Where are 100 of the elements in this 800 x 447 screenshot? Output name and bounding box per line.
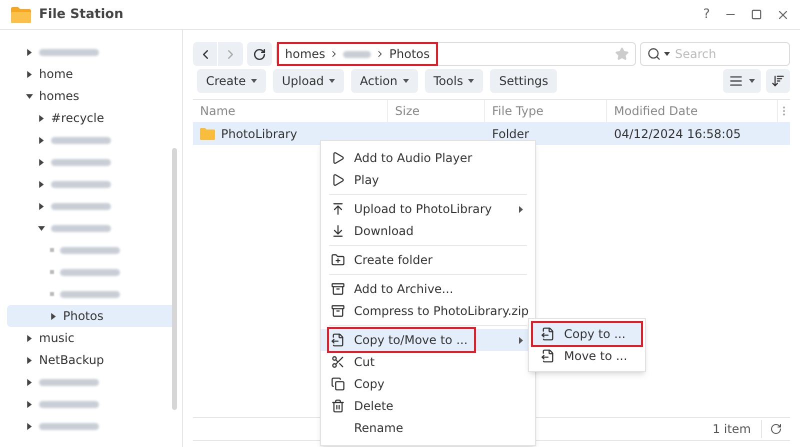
- caret-icon[interactable]: [38, 202, 45, 210]
- caret-icon[interactable]: [50, 312, 57, 320]
- tree-label: #recycle: [51, 110, 104, 127]
- menu-item[interactable]: Cut: [321, 351, 535, 373]
- blurred-label: [51, 180, 111, 188]
- tree-item[interactable]: NetBackup: [7, 349, 175, 371]
- toolbar-button[interactable]: Tools: [424, 69, 484, 93]
- caret-icon[interactable]: [664, 52, 670, 56]
- menu-item[interactable]: Upload to PhotoLibrary: [321, 198, 535, 220]
- tree-item[interactable]: #recycle: [7, 107, 175, 129]
- upload-icon: [331, 202, 345, 216]
- caret-icon[interactable]: [38, 114, 45, 122]
- tree-item[interactable]: homes: [7, 85, 175, 107]
- blurred-label: [39, 48, 99, 56]
- refresh-icon: [253, 48, 266, 60]
- path-field[interactable]: homes Photos: [276, 42, 636, 66]
- menu-item[interactable]: Copy: [321, 373, 535, 395]
- menu-item[interactable]: Create folder: [321, 249, 535, 271]
- caret-icon: [250, 79, 257, 83]
- archive-icon: [331, 304, 345, 318]
- caret-icon[interactable]: [38, 136, 45, 144]
- caret-icon[interactable]: [26, 356, 33, 364]
- tree-item[interactable]: music: [7, 327, 175, 349]
- menu-item[interactable]: Download: [321, 220, 535, 242]
- search-input[interactable]: Search: [675, 45, 775, 63]
- blurred-label: [60, 268, 120, 276]
- menu-item[interactable]: Add to Archive...: [321, 278, 535, 300]
- trash-icon: [331, 399, 345, 413]
- caret-icon: [749, 79, 755, 83]
- archive-icon: [331, 282, 345, 296]
- caret-icon[interactable]: [26, 334, 33, 342]
- caret-icon[interactable]: [38, 158, 45, 166]
- path-segment[interactable]: Photos: [389, 45, 430, 63]
- caret-icon[interactable]: [26, 48, 33, 56]
- blurred-label: [51, 224, 111, 232]
- menu-item[interactable]: Add to Audio Player: [321, 147, 535, 169]
- caret-icon[interactable]: [38, 224, 45, 232]
- blurred-label: [39, 378, 99, 386]
- caret-icon[interactable]: [38, 180, 45, 188]
- list-icon: [729, 74, 743, 88]
- modified-date: 04/12/2024 16:58:05: [614, 126, 741, 140]
- file-arrow-icon: [331, 333, 345, 347]
- item-count: 1 item: [712, 420, 762, 438]
- submenu-arrow-icon: [519, 206, 523, 212]
- blurred-label: [39, 422, 99, 430]
- blurred-label: [60, 290, 120, 298]
- play-icon: [331, 151, 345, 165]
- download-icon: [331, 224, 345, 238]
- menu-item[interactable]: Copy to ...: [533, 323, 641, 345]
- refresh-button[interactable]: [247, 42, 272, 66]
- menu-item[interactable]: Play: [321, 169, 535, 191]
- tree-item[interactable]: home: [7, 63, 175, 85]
- blurred-label: [51, 158, 111, 166]
- toolbar-button[interactable]: Settings: [490, 69, 558, 93]
- menu-item[interactable]: Compress to PhotoLibrary.zip: [321, 300, 535, 322]
- blurred-label: [39, 400, 99, 408]
- copy-icon: [331, 377, 345, 391]
- table-row[interactable]: PhotoLibrary Folder 04/12/2024 16:58:05: [193, 122, 790, 145]
- file-arrow-icon: [541, 327, 555, 341]
- caret-icon: [402, 79, 409, 83]
- tree-label: music: [39, 330, 74, 347]
- view-mode-button[interactable]: [723, 69, 761, 93]
- toolbar-button[interactable]: Action: [350, 69, 418, 93]
- tree-label: homes: [39, 88, 80, 105]
- tree-label: Photos: [63, 308, 104, 325]
- caret-icon: [468, 79, 474, 83]
- menu-item[interactable]: Delete: [321, 395, 535, 417]
- sort-icon: [771, 74, 785, 88]
- bullet-icon: [50, 270, 54, 274]
- path-segment[interactable]: homes: [285, 45, 326, 63]
- tree-item[interactable]: Photos: [7, 305, 175, 327]
- blurred-label: [51, 136, 111, 144]
- caret-icon[interactable]: [26, 378, 33, 386]
- blurred-label: [51, 202, 111, 210]
- window-title: File Station: [39, 6, 124, 24]
- folder-icon: [200, 128, 215, 140]
- play-icon: [331, 173, 345, 187]
- star-icon[interactable]: [615, 47, 629, 61]
- submenu-arrow-icon: [519, 336, 523, 344]
- refresh-icon[interactable]: [770, 423, 782, 435]
- blurred-label: [343, 50, 372, 58]
- help-button[interactable]: ?: [703, 4, 710, 24]
- blurred-label: [60, 246, 120, 254]
- toolbar-button[interactable]: Upload: [272, 69, 344, 93]
- toolbar-button[interactable]: Create: [197, 69, 266, 93]
- caret-icon[interactable]: [26, 400, 33, 408]
- menu-item[interactable]: Move to ...: [533, 345, 641, 367]
- sort-button[interactable]: [766, 69, 790, 93]
- caret-icon[interactable]: [26, 422, 33, 430]
- caret-icon[interactable]: [26, 70, 33, 78]
- search-icon[interactable]: [647, 47, 661, 61]
- menu-item[interactable]: Rename: [321, 417, 535, 439]
- scrollbar[interactable]: [172, 148, 177, 410]
- caret-icon[interactable]: [26, 92, 33, 100]
- tree-label: NetBackup: [39, 352, 104, 369]
- bullet-icon: [50, 248, 54, 252]
- search-field[interactable]: Search: [640, 42, 790, 66]
- maximize-icon[interactable]: [751, 9, 762, 20]
- folder-icon: [10, 6, 32, 24]
- scissors-icon: [331, 355, 345, 369]
